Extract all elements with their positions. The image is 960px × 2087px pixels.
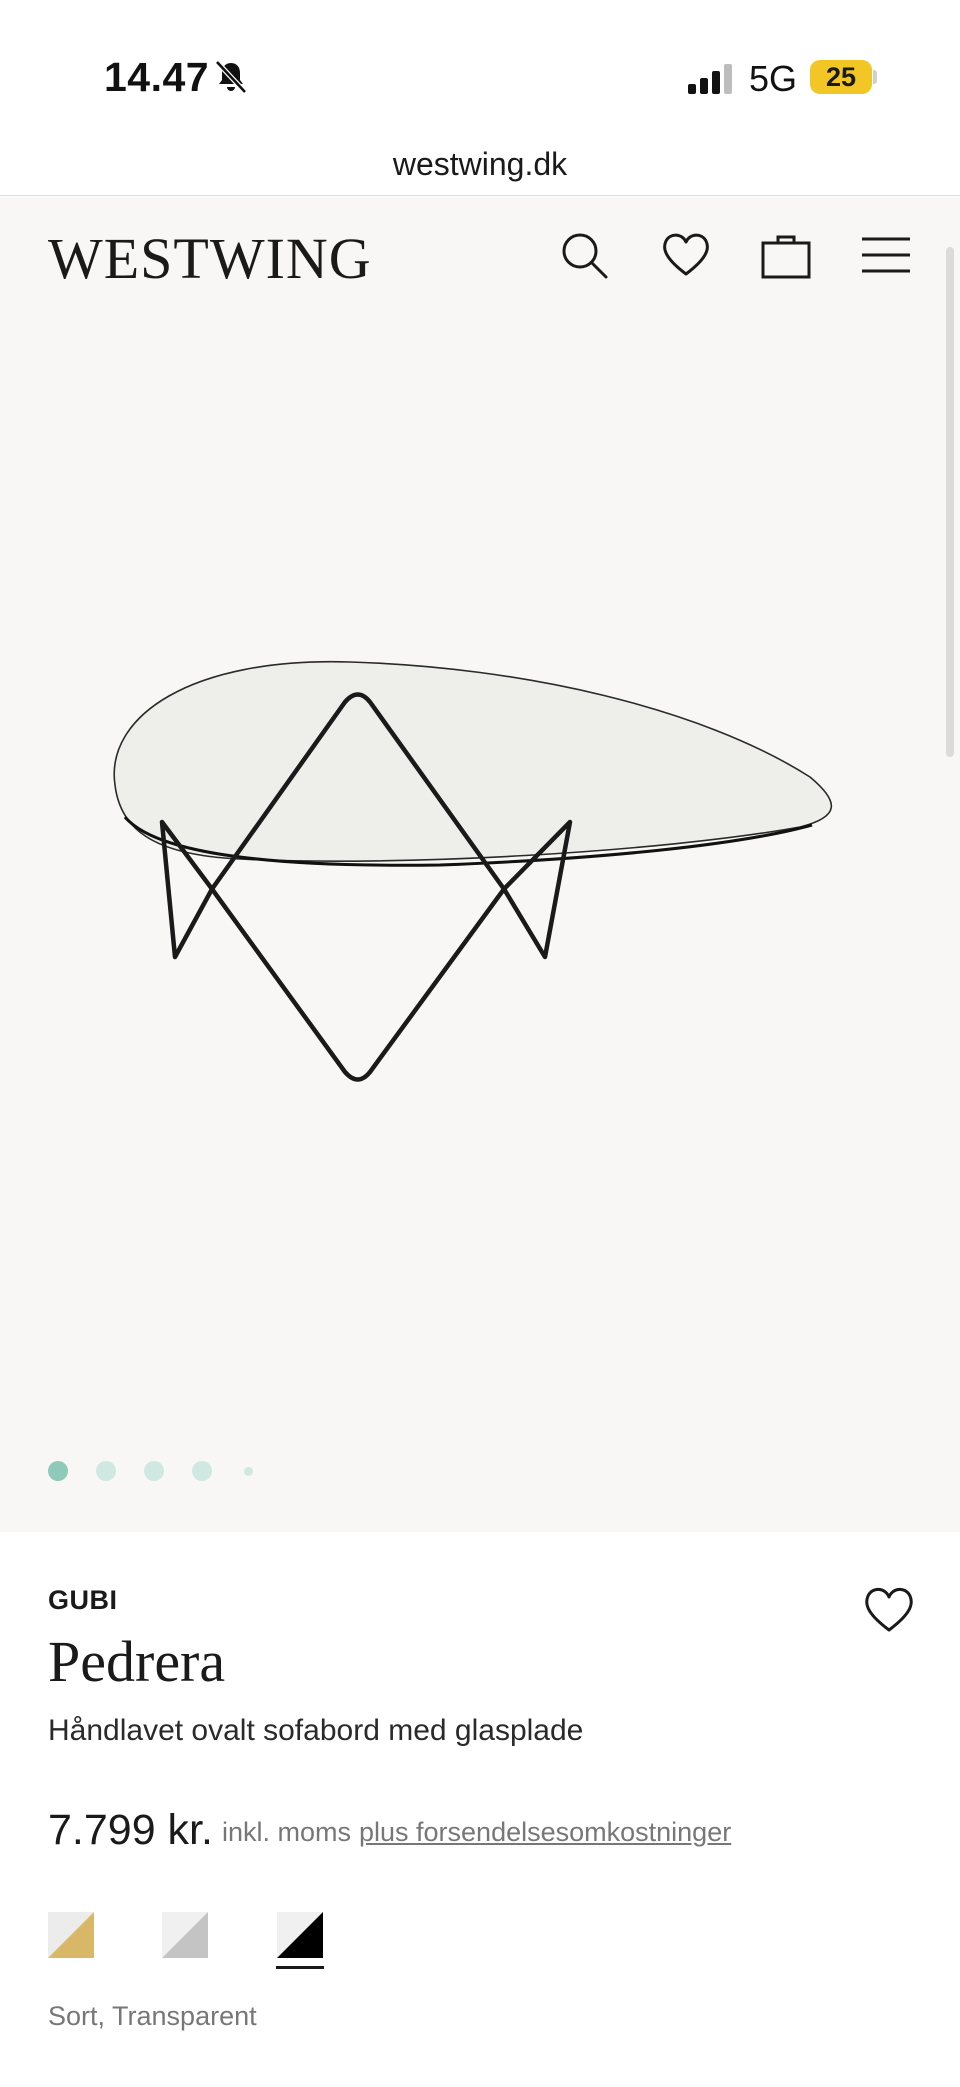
page-scrollbar[interactable] (946, 247, 954, 757)
product-price: 7.799 kr. (48, 1806, 213, 1854)
product-image[interactable] (100, 627, 860, 1167)
product-brand[interactable]: GUBI (48, 1585, 118, 1616)
product-gallery[interactable]: WESTWING (0, 197, 960, 1532)
swatch-black[interactable] (277, 1912, 323, 1958)
battery-indicator: 25 (810, 60, 872, 94)
signal-icon (688, 64, 732, 94)
swatch-gold[interactable] (48, 1912, 94, 1958)
battery-tip (873, 70, 877, 84)
westwing-logo[interactable]: WESTWING (48, 225, 372, 292)
url-text[interactable]: westwing.dk (0, 128, 960, 200)
heart-icon[interactable] (660, 229, 712, 281)
browser-url-bar[interactable]: westwing.dk (0, 128, 960, 196)
muted-bell-icon (215, 60, 247, 94)
status-bar: 14.47 5G 25 (0, 0, 960, 128)
bag-icon[interactable] (760, 229, 812, 281)
gallery-dot[interactable] (96, 1461, 116, 1481)
network-type: 5G (749, 58, 798, 99)
gallery-dot[interactable] (48, 1461, 68, 1481)
status-time: 14.47 (104, 54, 210, 100)
swatch-silver[interactable] (162, 1912, 208, 1958)
wishlist-heart-icon[interactable] (862, 1584, 916, 1634)
menu-icon[interactable] (860, 229, 912, 281)
selected-swatch-indicator (276, 1966, 324, 1969)
product-description: Håndlavet ovalt sofabord med glasplade (48, 1714, 584, 1747)
vat-note: inkl. moms (222, 1817, 352, 1847)
search-icon[interactable] (558, 229, 610, 281)
product-name: Pedrera (48, 1629, 226, 1694)
gallery-dot[interactable] (192, 1461, 212, 1481)
shipping-costs-link[interactable]: plus forsendelsesomkostninger (359, 1817, 731, 1848)
gallery-dot[interactable] (244, 1467, 253, 1476)
gallery-dot[interactable] (144, 1461, 164, 1481)
selected-variant-label: Sort, Transparent (48, 2001, 257, 2031)
